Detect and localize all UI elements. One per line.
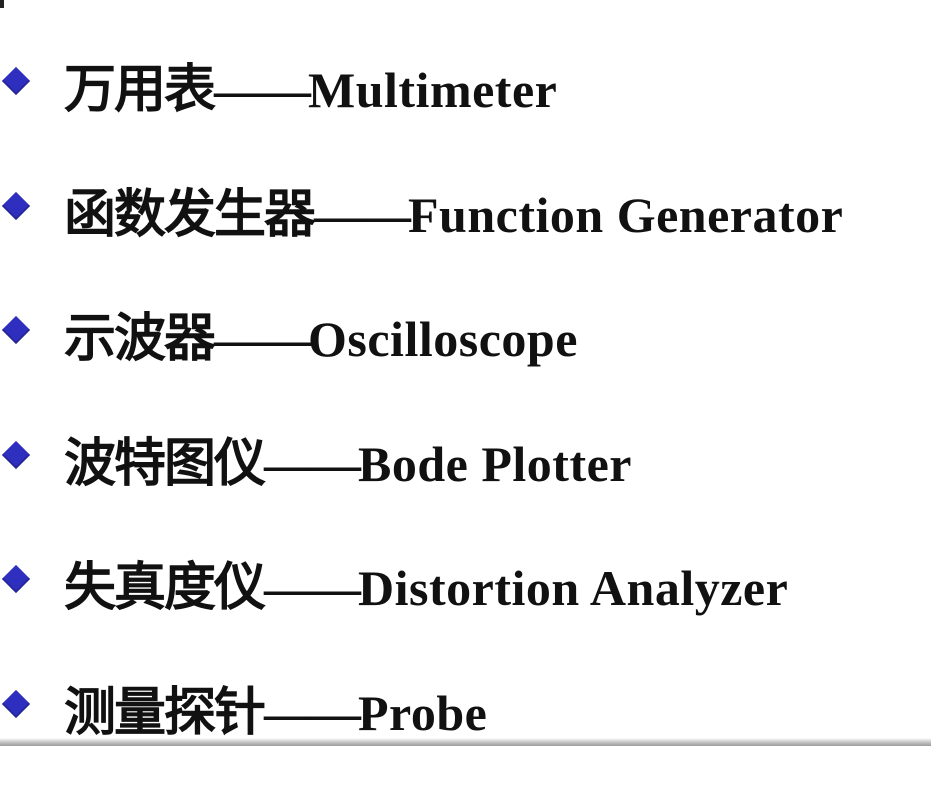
dash-separator: —— <box>264 560 361 617</box>
list-item-text: 函数发生器 —— Function Generator <box>64 172 844 245</box>
diamond-bullet-icon <box>1 689 31 719</box>
diamond-bullet-icon <box>1 191 31 220</box>
chinese-term: 函数发生器 <box>64 184 316 245</box>
list-item-text: 波特图仪 —— Bode Plotter <box>64 421 632 494</box>
diamond-bullet-icon <box>1 316 31 345</box>
dash-separator: —— <box>214 311 311 368</box>
english-term: Multimeter <box>308 62 558 118</box>
slide: 万用表 —— Multimeter 函数发生器 —— Function Gene… <box>0 0 931 746</box>
bottom-rule <box>0 738 931 746</box>
dash-separator: —— <box>264 684 361 741</box>
english-term: Oscilloscope <box>308 311 578 368</box>
list-item: 函数发生器 —— Function Generator <box>0 172 931 297</box>
chinese-term: 万用表 <box>64 60 216 120</box>
english-term: Probe <box>358 684 488 741</box>
list-item-text: 测量探针 —— Probe <box>64 670 488 743</box>
dash-separator: —— <box>214 62 311 118</box>
list-item-text: 万用表 —— Multimeter <box>64 47 558 120</box>
chinese-term: 测量探针 <box>64 682 266 743</box>
dash-separator: —— <box>264 435 361 492</box>
dash-separator: —— <box>314 186 411 243</box>
diamond-bullet-icon <box>1 440 31 469</box>
list-item-text: 示波器 —— Oscilloscope <box>64 296 578 370</box>
chinese-term: 失真度仪 <box>64 558 266 619</box>
chinese-term: 波特图仪 <box>64 433 266 494</box>
diamond-bullet-icon <box>1 565 31 594</box>
english-term: Bode Plotter <box>358 435 632 492</box>
list-item: 示波器 —— Oscilloscope <box>0 296 931 421</box>
list-item-text: 失真度仪 —— Distortion Analyzer <box>64 545 789 619</box>
english-term: Distortion Analyzer <box>358 560 789 617</box>
list-item: 失真度仪 —— Distortion Analyzer <box>0 545 931 670</box>
list-item: 万用表 —— Multimeter <box>0 47 931 172</box>
list-item: 测量探针 —— Probe <box>0 670 931 795</box>
english-term: Function Generator <box>408 186 844 243</box>
list-item: 波特图仪 —— Bode Plotter <box>0 421 931 546</box>
instrument-list: 万用表 —— Multimeter 函数发生器 —— Function Gene… <box>0 47 931 795</box>
edge-mark <box>0 0 4 8</box>
diamond-bullet-icon <box>1 66 31 96</box>
chinese-term: 示波器 <box>64 309 216 370</box>
